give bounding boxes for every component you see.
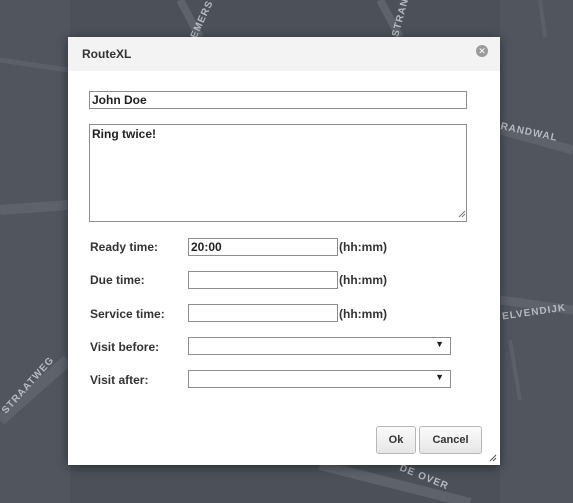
dialog-title: RouteXL: [82, 47, 132, 61]
notes-textarea[interactable]: Ring twice!: [89, 124, 467, 222]
due-time-label: Due time:: [90, 273, 145, 287]
ready-time-label: Ready time:: [90, 240, 159, 254]
service-time-format-hint: (hh:mm): [339, 307, 387, 321]
visit-before-select[interactable]: ▼: [188, 337, 451, 355]
dialog-resize-grip-icon[interactable]: [489, 454, 497, 462]
service-time-label: Service time:: [90, 307, 165, 321]
page: EMERS STRAN RANDWAL ELVENDIJK STRAATWEG …: [0, 0, 573, 503]
cancel-button[interactable]: Cancel: [419, 426, 482, 454]
service-time-input[interactable]: [188, 304, 338, 322]
routexl-dialog: RouteXL ✕ Ring twice! Ready time: (hh:mm…: [68, 37, 500, 465]
name-input[interactable]: [89, 91, 467, 109]
dropdown-arrow-icon: ▼: [435, 339, 444, 349]
visit-after-label: Visit after:: [90, 373, 149, 387]
visit-before-label: Visit before:: [90, 340, 160, 354]
dropdown-arrow-icon: ▼: [435, 372, 444, 382]
close-icon[interactable]: ✕: [476, 45, 488, 57]
due-time-input[interactable]: [188, 271, 338, 289]
dialog-titlebar[interactable]: RouteXL ✕: [68, 37, 500, 71]
ready-time-format-hint: (hh:mm): [339, 240, 387, 254]
textarea-resize-grip-icon[interactable]: [458, 210, 466, 218]
due-time-format-hint: (hh:mm): [339, 273, 387, 287]
ok-button[interactable]: Ok: [376, 426, 416, 454]
visit-after-select[interactable]: ▼: [188, 370, 451, 388]
ready-time-input[interactable]: [188, 238, 338, 256]
